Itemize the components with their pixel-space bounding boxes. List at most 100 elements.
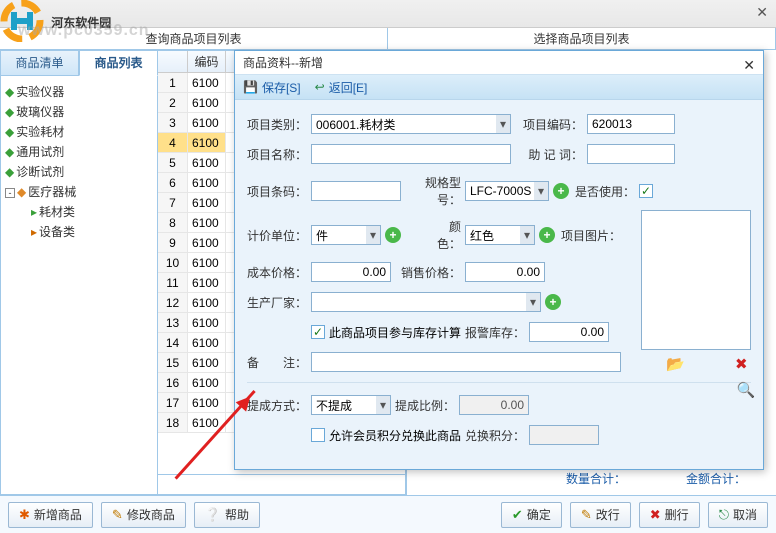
row-number: 13 (158, 313, 188, 332)
left-tabs: 商品清单 商品列表 (0, 50, 158, 76)
stock-checkbox-label: 此商品项目参与库存计算 (329, 324, 461, 341)
cell-code: 6100 (188, 73, 226, 92)
remark-input[interactable] (311, 352, 621, 372)
label-image: 项目图片： (559, 227, 621, 244)
cell-code: 6100 (188, 333, 226, 352)
points-checkbox-label: 允许会员积分兑换此商品 (329, 427, 461, 444)
cell-code: 6100 (188, 293, 226, 312)
row-number: 18 (158, 413, 188, 432)
label-mnemonic: 助 记 词： (515, 146, 583, 163)
add-unit-button[interactable]: + (385, 227, 401, 243)
tree-child[interactable]: ▸耗材类 (5, 202, 153, 222)
stock-checkbox[interactable]: ✓ (311, 325, 325, 339)
cell-code: 6100 (188, 133, 226, 152)
add-color-button[interactable]: + (539, 227, 555, 243)
add-spec-button[interactable]: + (553, 183, 569, 199)
grid-footer (158, 474, 405, 494)
close-icon[interactable]: ✕ (756, 4, 768, 21)
cell-code: 6100 (188, 193, 226, 212)
chevron-down-icon: ▾ (534, 182, 548, 200)
back-button[interactable]: ↩返回[E] (315, 79, 368, 96)
cell-code: 6100 (188, 273, 226, 292)
row-number: 3 (158, 113, 188, 132)
commission-combo[interactable]: 不提成▾ (311, 395, 391, 415)
name-input[interactable] (311, 144, 511, 164)
tab-product-list[interactable]: 商品列表 (79, 50, 158, 76)
exit-icon: ⎋ (719, 507, 729, 523)
manufacturer-combo[interactable]: ▾ (311, 292, 541, 312)
cell-code: 6100 (188, 413, 226, 432)
edit-product-button[interactable]: ✎修改商品 (101, 502, 186, 528)
barcode-input[interactable] (311, 181, 401, 201)
cost-input[interactable] (311, 262, 391, 282)
open-image-icon[interactable]: 📂 (666, 355, 685, 373)
label-name: 项目名称： (247, 146, 307, 163)
tree-child[interactable]: ▸设备类 (5, 222, 153, 242)
points-checkbox[interactable] (311, 428, 325, 442)
row-number: 2 (158, 93, 188, 112)
right-footer: 数量合计： 金额合计： (407, 468, 776, 488)
row-number: 16 (158, 373, 188, 392)
tree-node[interactable]: ◆玻璃仪器 (5, 102, 153, 122)
label-code: 项目编码： (515, 116, 583, 133)
category-combo[interactable]: 006001.耗材类▾ (311, 114, 511, 134)
ok-button[interactable]: ✔确定 (501, 502, 562, 528)
chevron-down-icon: ▾ (376, 396, 390, 414)
tree-node-expandable[interactable]: -◆医疗器械 (5, 182, 153, 202)
save-icon: 💾 (243, 80, 258, 94)
add-mfr-button[interactable]: + (545, 294, 561, 310)
edit-icon: ✎ (112, 507, 123, 523)
tab-goods-list[interactable]: 商品清单 (0, 50, 79, 76)
tree-node[interactable]: ◆实验仪器 (5, 82, 153, 102)
warn-input[interactable] (529, 322, 609, 342)
tree-node[interactable]: ◆诊断试剂 (5, 162, 153, 182)
row-number: 9 (158, 233, 188, 252)
color-combo[interactable]: 红色▾ (465, 225, 535, 245)
add-product-button[interactable]: ✱新增商品 (8, 502, 93, 528)
enable-checkbox[interactable]: ✓ (639, 184, 653, 198)
cancel-button[interactable]: ⎋取消 (708, 502, 768, 528)
tree-node[interactable]: ◆通用试剂 (5, 142, 153, 162)
unit-combo[interactable]: 件▾ (311, 225, 381, 245)
row-number: 4 (158, 133, 188, 152)
label-cost: 成本价格： (247, 264, 307, 281)
clear-image-icon[interactable]: ✖ (735, 355, 748, 373)
amount-total-label: 金额合计： (686, 470, 746, 487)
cell-code: 6100 (188, 153, 226, 172)
sale-input[interactable] (465, 262, 545, 282)
col-code[interactable]: 编码 (188, 51, 226, 72)
row-number: 14 (158, 333, 188, 352)
check-icon: ✔ (512, 507, 523, 523)
dialog-close-icon[interactable]: ✕ (743, 53, 755, 77)
window-titlebar: ✕ (0, 0, 776, 28)
label-mfr: 生产厂家： (247, 294, 307, 311)
row-number: 12 (158, 293, 188, 312)
spec-combo[interactable]: LFC-7000S▾ (465, 181, 549, 201)
row-number: 15 (158, 353, 188, 372)
chevron-down-icon: ▾ (526, 293, 540, 311)
delete-row-button[interactable]: ✖删行 (639, 502, 700, 528)
label-commission: 提成方式： (247, 397, 307, 414)
search-image-icon[interactable]: 🔍 (737, 381, 756, 399)
tree-node[interactable]: ◆实验耗材 (5, 122, 153, 142)
label-color: 颜 色： (405, 218, 461, 252)
label-rate: 提成比例： (395, 397, 455, 414)
chevron-down-icon: ▾ (366, 226, 380, 244)
row-number: 10 (158, 253, 188, 272)
redeem-input (529, 425, 599, 445)
help-icon: ❔ (205, 507, 221, 523)
label-category: 项目类别： (247, 116, 307, 133)
save-button[interactable]: 💾保存[S] (243, 79, 301, 96)
label-redeem: 兑换积分： (465, 427, 525, 444)
mnemonic-input[interactable] (587, 144, 675, 164)
row-number-header (158, 51, 188, 72)
label-spec: 规格型号： (405, 174, 461, 208)
image-preview (641, 210, 751, 350)
qty-total-label: 数量合计： (566, 470, 626, 487)
cell-code: 6100 (188, 113, 226, 132)
row-number: 11 (158, 273, 188, 292)
code-input[interactable] (587, 114, 675, 134)
help-button[interactable]: ❔帮助 (194, 502, 260, 528)
row-number: 7 (158, 193, 188, 212)
modify-row-button[interactable]: ✎改行 (570, 502, 631, 528)
